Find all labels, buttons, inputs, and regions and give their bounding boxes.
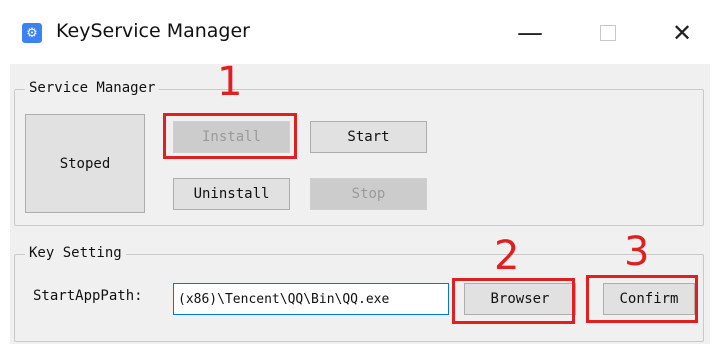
start-button[interactable]: Start xyxy=(310,121,427,153)
close-button[interactable]: ✕ xyxy=(652,12,712,54)
start-app-path-label: StartAppPath: xyxy=(33,288,143,304)
step-1-label: 1 xyxy=(217,59,243,105)
step-2-label: 2 xyxy=(494,233,520,279)
service-manager-group-label: Service Manager xyxy=(25,80,160,96)
maximize-button[interactable] xyxy=(578,12,638,54)
start-app-path-input[interactable] xyxy=(173,283,449,315)
browser-highlight-box xyxy=(452,278,575,324)
install-highlight-box xyxy=(163,113,297,159)
confirm-highlight-box xyxy=(586,275,698,323)
gear-icon: ⚙ xyxy=(22,23,42,43)
title-bar: ⚙ KeyService Manager — ✕ xyxy=(0,0,715,64)
maximize-icon xyxy=(600,25,616,41)
window-title: KeyService Manager xyxy=(56,20,250,42)
uninstall-button[interactable]: Uninstall xyxy=(173,178,290,210)
step-3-label: 3 xyxy=(624,229,650,275)
stop-button[interactable]: Stop xyxy=(310,178,427,210)
key-setting-group-label: Key Setting xyxy=(25,245,126,261)
service-manager-group: Service Manager Stoped Install Start Uni… xyxy=(14,80,704,226)
minimize-button[interactable]: — xyxy=(500,12,560,54)
service-status-box: Stoped xyxy=(25,114,145,213)
